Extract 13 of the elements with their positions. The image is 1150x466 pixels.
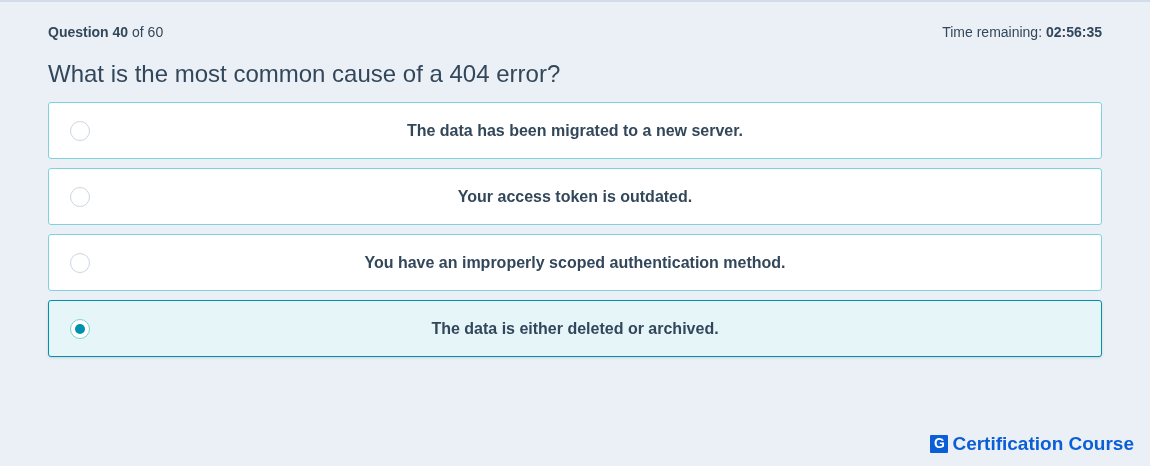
- answer-option[interactable]: The data has been migrated to a new server.: [48, 102, 1102, 159]
- brand-name: Certification Course: [952, 431, 1134, 456]
- question-text: What is the most common cause of a 404 error?: [47, 59, 562, 89]
- answer-option[interactable]: Your access token is outdated.: [48, 168, 1102, 225]
- radio-button[interactable]: [70, 120, 90, 141]
- logo-icon: G: [930, 434, 949, 453]
- question-counter: Question 40 of 60: [48, 23, 164, 42]
- radio-button[interactable]: [70, 186, 90, 207]
- answer-option[interactable]: The data is either deleted or archived.: [48, 300, 1102, 357]
- answer-option[interactable]: You have an improperly scoped authentication method.: [48, 234, 1102, 291]
- radio-button[interactable]: [70, 252, 90, 273]
- time-remaining: Time remaining: 02:56:35: [942, 23, 1102, 42]
- radio-button[interactable]: [70, 318, 90, 339]
